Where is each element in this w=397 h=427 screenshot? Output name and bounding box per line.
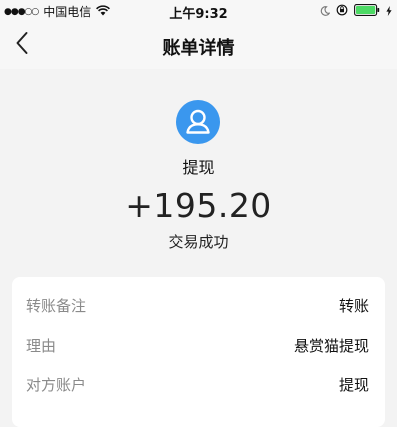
battery-icon xyxy=(354,4,380,19)
detail-row-remark: 转账备注 转账 xyxy=(26,292,369,318)
detail-value: 转账 xyxy=(338,296,369,315)
moon-icon xyxy=(320,5,331,19)
detail-value: 悬赏猫提现 xyxy=(293,336,369,355)
detail-value: 提现 xyxy=(338,375,369,394)
detail-card: 转账备注 转账 理由 悬赏猫提现 对方账户 提现 xyxy=(12,277,385,427)
transaction-status: 交易成功 xyxy=(168,233,229,251)
detail-row-counterparty: 对方账户 提现 xyxy=(26,371,369,397)
detail-label: 理由 xyxy=(26,336,57,355)
user-avatar-icon xyxy=(176,100,220,144)
orientation-lock-icon xyxy=(336,4,348,19)
status-right xyxy=(320,4,392,19)
transaction-amount: +195.20 xyxy=(125,186,272,225)
transaction-type: 提现 xyxy=(182,158,215,177)
detail-row-reason: 理由 悬赏猫提现 xyxy=(26,332,369,358)
page-title: 账单详情 xyxy=(162,38,235,59)
charging-bolt-icon xyxy=(386,5,392,19)
nav-bar: 账单详情 xyxy=(0,22,397,69)
status-bar: ●●●○○ 中国电信 上午9:32 xyxy=(0,0,397,22)
detail-label: 转账备注 xyxy=(26,296,87,315)
detail-label: 对方账户 xyxy=(26,375,87,394)
